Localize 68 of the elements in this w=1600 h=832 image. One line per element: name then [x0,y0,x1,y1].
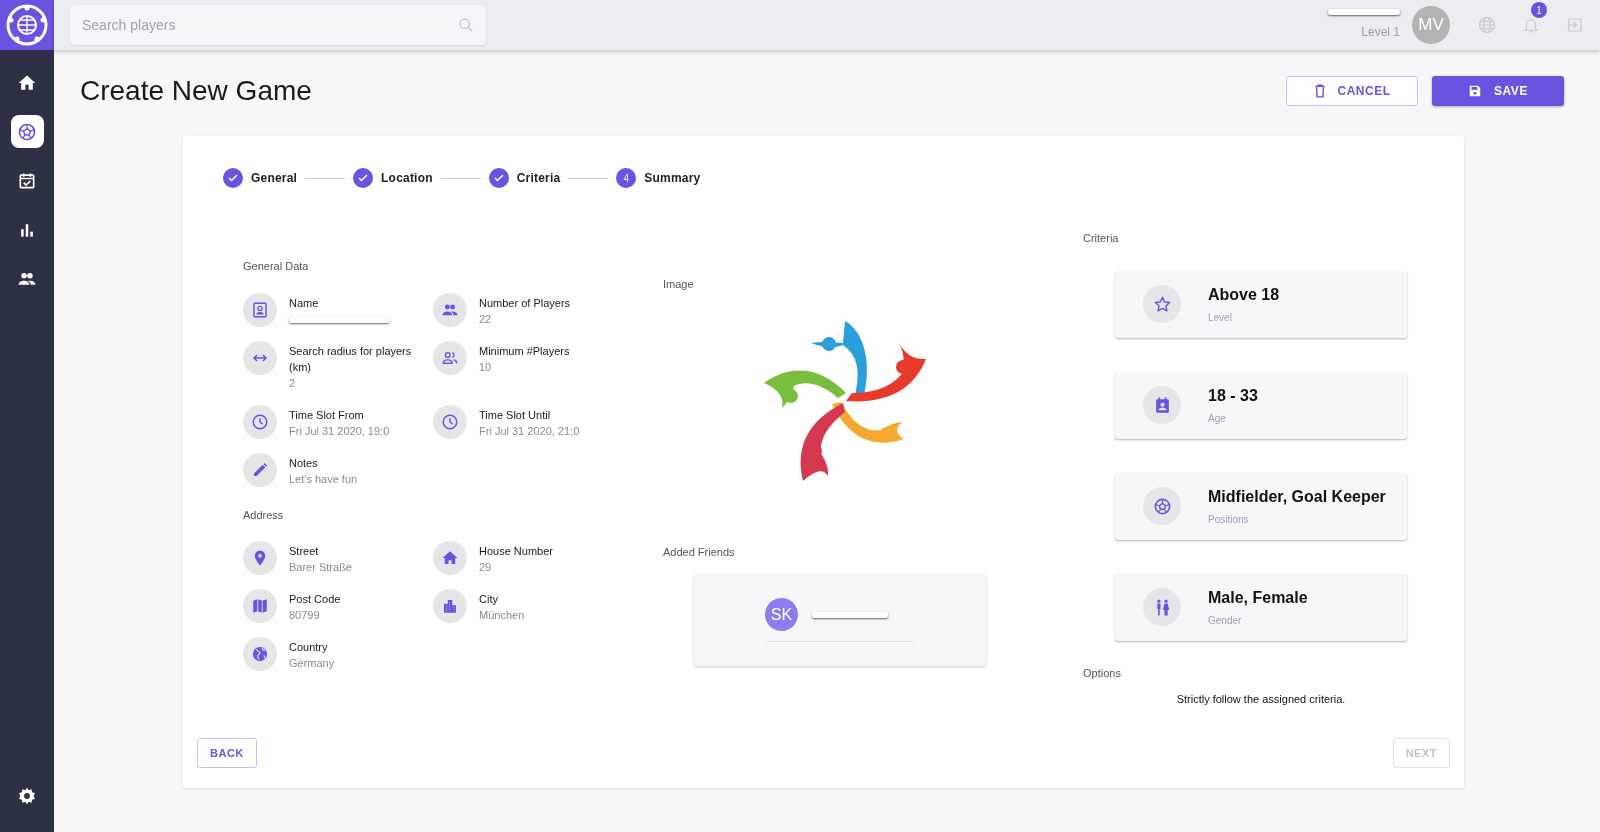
options-text: Strictly follow the assigned criteria. [1176,692,1346,707]
search-field[interactable]: Search players [70,5,486,45]
field-label: Minimum #Players [479,343,570,359]
field-value: München [479,608,525,623]
field-value: Let's have fun [289,471,358,487]
ball-icon [1152,496,1172,516]
criteria-label: Age [1208,411,1227,426]
criteria-value: Midfielder, Goal Keeper [1208,486,1386,507]
section-heading: General Data [243,259,310,274]
section-heading: Criteria [1083,231,1120,246]
search-icon [458,17,474,33]
contact-card-icon [251,300,269,319]
field-value: 80799 [289,608,321,623]
step-label: Summary [644,170,701,187]
field-label: Country [289,640,329,655]
field-value: Fri Jul 31 2020, 19:0 [289,423,390,439]
save-button[interactable]: SAVE [1432,76,1564,106]
field-label: Street [289,544,320,559]
field-label: City [479,592,499,607]
nav-button[interactable] [10,115,44,148]
step-label: Location [381,170,433,187]
field-label: Search radius for players (km) [289,343,413,375]
step-label: General [251,170,298,187]
buildings-icon [441,597,459,615]
criteria-label: Gender [1208,613,1243,628]
criteria-label: Positions [1208,512,1250,527]
notification-badge: 1 [1531,2,1547,18]
field-label: Notes [289,455,319,471]
step-number: 4 [616,168,637,188]
friend-avatar: SK [765,598,798,631]
clock-icon [251,412,269,431]
field-value: 29 [479,560,493,575]
section-heading: Options [1083,665,1122,681]
field-label: Time Slot Until [479,407,552,423]
user-level: Level 1 [1361,24,1400,41]
house-icon [441,549,459,567]
field-value: 10 [479,359,493,375]
field-label: Name [289,295,320,311]
criteria-value: Male, Female [1208,587,1308,608]
field-value: Fri Jul 31 2020, 21:0 [479,423,580,439]
settings-icon [17,785,37,806]
clock-icon [441,412,459,431]
field-value: 2 [289,375,297,391]
field-value: Barer Straße [289,560,352,575]
criteria-value: 18 - 33 [1208,385,1258,406]
criteria-label: Level [1208,310,1233,325]
field-label: Number of Players [479,295,571,311]
step-label: Criteria [516,170,561,187]
bell-icon[interactable] [1522,16,1540,34]
logo-icon[interactable] [6,4,48,46]
field-value: Germany [289,656,335,671]
map-icon [251,597,269,615]
section-heading: Image [663,277,695,292]
section-heading: Address [243,507,285,523]
globe-icon [251,645,269,663]
field-label: Post Code [289,592,341,607]
field-label: House Number [479,544,553,559]
criteria-value: Above 18 [1208,284,1280,305]
page-title: Create New Game [80,74,312,108]
ball-icon [17,121,37,142]
cancel-button[interactable]: CANCEL [1286,76,1418,106]
trash-icon [1313,84,1326,98]
back-button[interactable]: BACK [197,738,257,768]
section-heading: Added Friends [663,544,736,560]
field-value: 22 [479,311,493,327]
pencil-icon [251,460,269,479]
field-label: Time Slot From [289,407,365,423]
star-icon [1152,294,1172,314]
